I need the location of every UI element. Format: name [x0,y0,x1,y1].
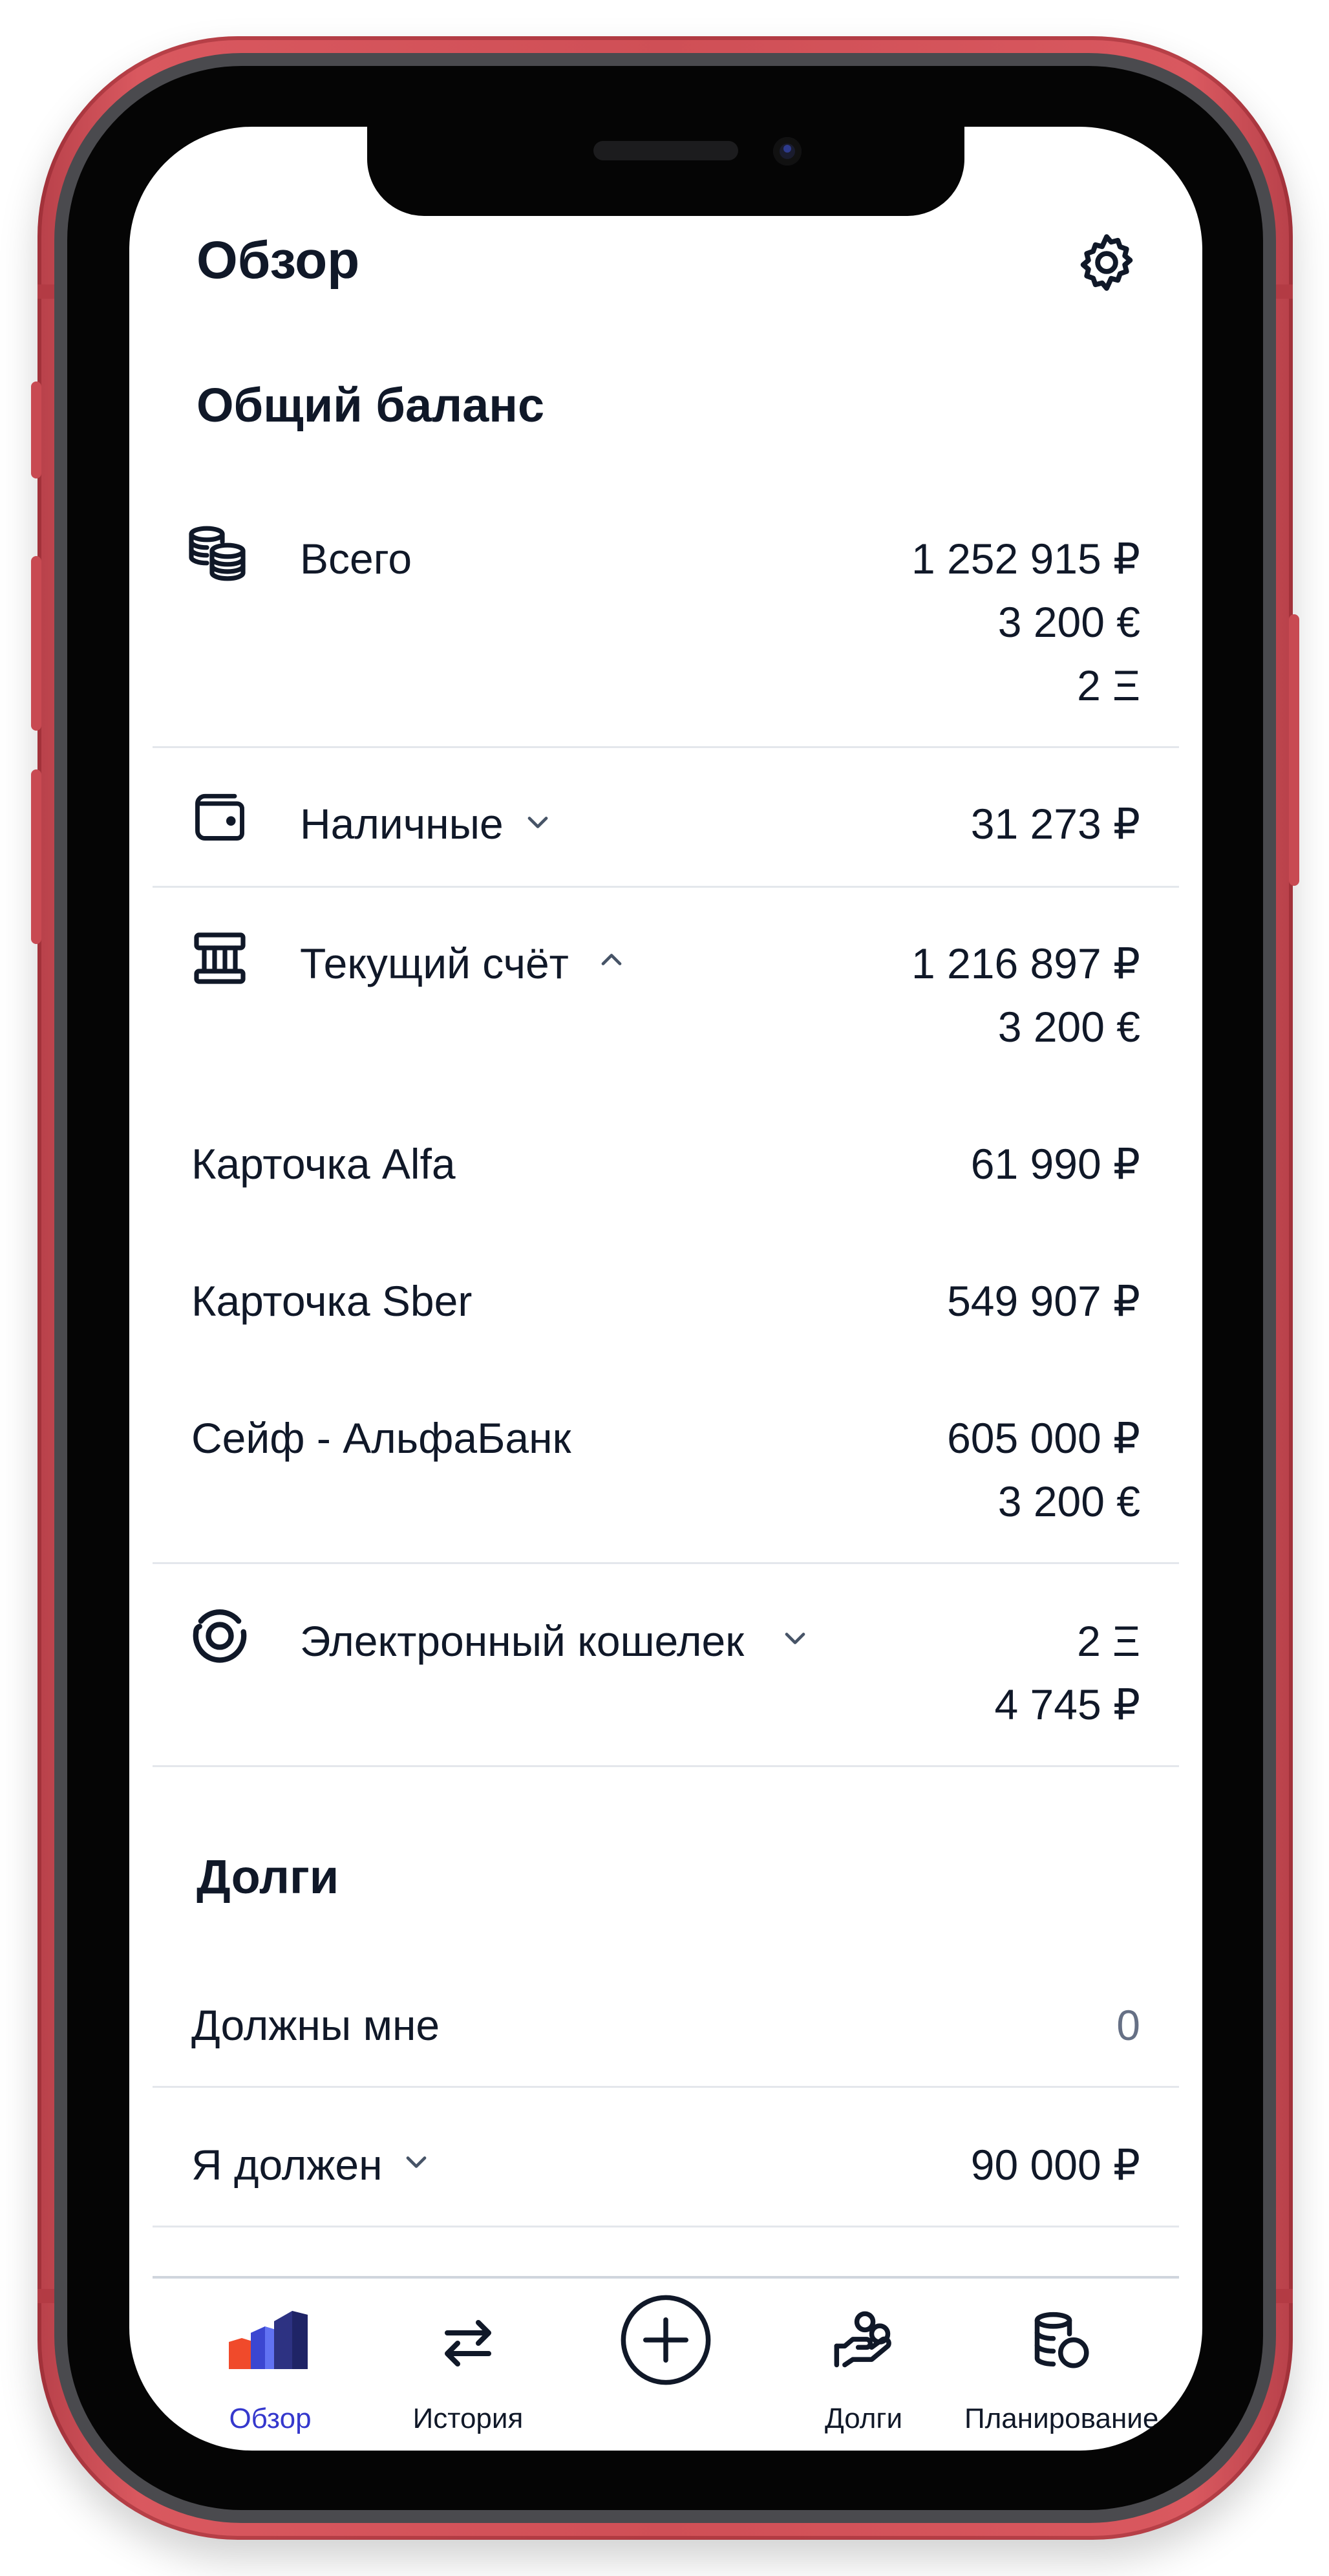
account-item-amount: 61 990 ₽ [970,1140,1140,1188]
balance-section-title: Общий баланс [197,378,545,432]
tab-debts[interactable]: Долги [767,2286,961,2435]
wallet-icon [195,793,244,841]
account-item-label: Карточка Sber [191,1277,473,1325]
i-owe-label: Я должен [191,2141,383,2189]
tabbar-border [153,2276,1179,2279]
account-item-label: Сейф - АльфаБанк [191,1414,571,1462]
hand-coins-icon [834,2311,891,2368]
cash-label: Наличные [300,800,504,848]
account-item-amount: 549 907 ₽ [947,1277,1140,1325]
divider [153,886,1179,888]
tab-history[interactable]: История [371,2286,565,2435]
current-account-amount-eur: 3 200 € [997,1003,1140,1051]
total-label: Всего [300,535,412,583]
tab-debts-label: Долги [824,2403,903,2434]
plus-circle-icon [621,2295,711,2385]
divider [153,1562,1179,1564]
account-item-amount: 605 000 ₽ [947,1414,1140,1462]
screen: Обзор Общий баланс Всего 1 252 915 ₽ 3 2… [129,127,1202,2451]
total-amount-eur: 3 200 € [997,598,1140,646]
bank-icon [194,932,246,984]
coins-icon [1034,2312,1089,2368]
add-button[interactable] [569,2286,763,2435]
chevron-down-icon[interactable] [521,806,555,839]
volume-down-button [31,769,41,944]
debts-section-title: Долги [197,1850,339,1904]
divider [153,1765,1179,1767]
chevron-up-icon[interactable] [595,943,628,976]
owed-to-me-label: Должны мне [191,2001,440,2049]
notch [367,127,964,216]
current-account-label: Текущий счёт [300,939,569,987]
chevron-down-icon[interactable] [399,2145,433,2179]
coins-stack-icon [189,526,246,581]
i-owe-amount: 90 000 ₽ [970,2141,1140,2189]
tab-planning[interactable]: Планирование [964,2286,1158,2435]
settings-button[interactable] [1073,229,1140,296]
chevron-down-icon[interactable] [778,1622,812,1655]
tab-history-label: История [412,2403,524,2434]
tab-planning-label: Планирование [964,2403,1159,2434]
front-camera [773,137,802,166]
divider [153,2086,1179,2088]
owed-to-me-amount: 0 [1116,2001,1140,2049]
tab-overview[interactable]: Обзор [173,2286,367,2435]
cash-amount: 31 273 ₽ [970,800,1140,848]
account-item-amount-eur: 3 200 € [997,1477,1140,1525]
silent-switch [31,381,41,478]
account-item-label: Карточка Alfa [191,1140,456,1188]
e-wallet-amount-eth: 2 Ξ [1077,1617,1140,1665]
orbit-icon [193,1609,247,1663]
current-account-amount-rub: 1 216 897 ₽ [911,939,1140,987]
transfer-arrows-icon [445,2320,491,2367]
volume-up-button [31,556,41,731]
speaker [593,141,738,160]
gear-icon [1080,234,1133,291]
e-wallet-label: Электронный кошелек [300,1617,745,1665]
divider [153,746,1179,748]
divider [153,2226,1179,2227]
e-wallet-amount-rub: 4 745 ₽ [994,1680,1141,1728]
total-amount-rub: 1 252 915 ₽ [911,535,1140,583]
page-title: Обзор [197,231,360,290]
total-amount-eth: 2 Ξ [1077,661,1140,709]
tab-overview-label: Обзор [229,2403,312,2434]
chart-bars-icon [229,2311,308,2369]
power-button [1289,614,1299,886]
